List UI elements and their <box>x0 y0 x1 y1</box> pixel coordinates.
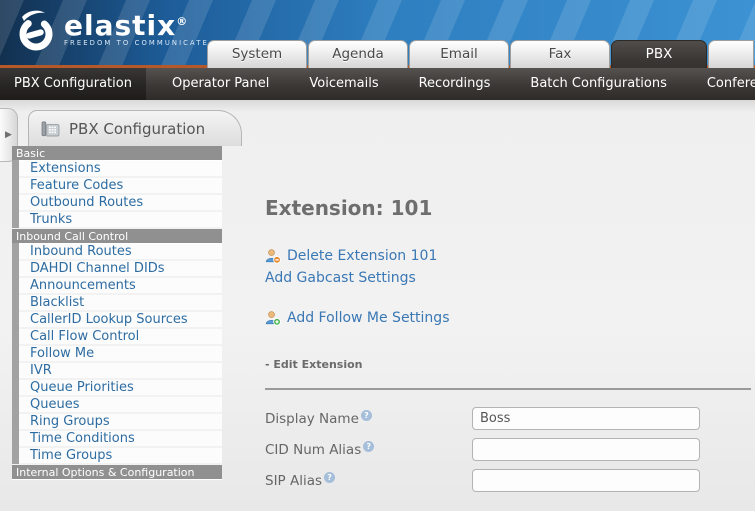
tab-email[interactable]: Email <box>409 40 509 68</box>
sidebar-item-extensions[interactable]: Extensions <box>12 161 222 178</box>
tab-agenda[interactable]: Agenda <box>308 40 408 68</box>
item-strip <box>12 345 19 362</box>
nav-recordings[interactable]: Recordings <box>405 68 505 100</box>
content-area: ▶ PBX Configuration Basic Extensions Fea… <box>0 100 755 511</box>
sidebar-item-trunks[interactable]: Trunks <box>12 212 222 229</box>
edit-extension-section-label: - Edit Extension <box>265 358 751 371</box>
cid-num-alias-row: CID Num Alias? <box>265 438 751 461</box>
sidebar-item-time-conditions[interactable]: Time Conditions <box>12 431 222 448</box>
item-strip <box>12 243 19 260</box>
display-name-row: Display Name? <box>265 407 751 430</box>
sidebar-item-dahdi-channel-dids[interactable]: DAHDI Channel DIDs <box>12 261 222 278</box>
main-panel: Extension: 101 Delete Extension 101 Add … <box>265 196 751 500</box>
tab-pbx[interactable]: PBX <box>611 40 707 68</box>
registered-mark: ® <box>176 15 188 28</box>
sidebar-item-time-groups[interactable]: Time Groups <box>12 448 222 465</box>
sidebar-item-queues[interactable]: Queues <box>12 397 222 414</box>
menu-section-basic: Basic <box>12 146 222 161</box>
elastix-logo-icon <box>12 7 58 55</box>
sip-alias-input[interactable] <box>472 469 700 492</box>
item-strip <box>12 211 19 228</box>
item-strip <box>12 362 19 379</box>
item-strip <box>12 413 19 430</box>
sidebar-item-announcements[interactable]: Announcements <box>12 278 222 295</box>
menu-section-inbound-call-control: Inbound Call Control <box>12 229 222 244</box>
item-strip <box>12 328 19 345</box>
help-icon[interactable]: ? <box>363 441 374 452</box>
delete-extension-link[interactable]: Delete Extension 101 <box>287 248 437 264</box>
elastix-logo[interactable]: elastix® FREEDOM TO COMMUNICATE <box>12 7 209 55</box>
top-tab-bar: System Agenda Email Fax PBX <box>207 40 755 68</box>
user-add-icon <box>265 310 281 326</box>
nav-conference[interactable]: Conference <box>693 68 755 100</box>
cid-num-alias-input[interactable] <box>472 438 700 461</box>
item-strip <box>12 430 19 447</box>
sidebar-item-callerid-lookup-sources[interactable]: CallerID Lookup Sources <box>12 312 222 329</box>
collapse-arrow-icon: ▶ <box>5 130 12 140</box>
item-strip <box>12 277 19 294</box>
nav-batch-configurations[interactable]: Batch Configurations <box>516 68 680 100</box>
tab-partial-cutoff[interactable] <box>708 40 754 68</box>
item-strip <box>12 194 19 211</box>
add-follow-me-link[interactable]: Add Follow Me Settings <box>287 310 449 326</box>
item-strip <box>12 260 19 277</box>
cid-num-alias-label: CID Num Alias? <box>265 441 472 458</box>
nav-operator-panel[interactable]: Operator Panel <box>158 68 283 100</box>
sidebar-item-follow-me[interactable]: Follow Me <box>12 346 222 363</box>
item-strip <box>12 311 19 328</box>
follow-me-row: Add Follow Me Settings <box>265 308 751 328</box>
sidebar-item-outbound-routes[interactable]: Outbound Routes <box>12 195 222 212</box>
tab-fax[interactable]: Fax <box>510 40 610 68</box>
delete-extension-row: Delete Extension 101 <box>265 246 751 266</box>
item-strip <box>12 160 19 177</box>
phone-icon <box>41 121 60 137</box>
display-name-input[interactable] <box>472 407 700 430</box>
sidebar-item-ring-groups[interactable]: Ring Groups <box>12 414 222 431</box>
sidebar-item-blacklist[interactable]: Blacklist <box>12 295 222 312</box>
item-strip <box>12 294 19 311</box>
item-strip <box>12 379 19 396</box>
sidebar-item-call-flow-control[interactable]: Call Flow Control <box>12 329 222 346</box>
page-title: Extension: 101 <box>265 196 751 220</box>
sidebar-panel-tab[interactable]: PBX Configuration <box>28 110 242 146</box>
nav-voicemails[interactable]: Voicemails <box>295 68 392 100</box>
sip-alias-label: SIP Alias? <box>265 472 472 489</box>
sidebar-item-inbound-routes[interactable]: Inbound Routes <box>12 244 222 261</box>
gabcast-row: Add Gabcast Settings <box>265 268 751 288</box>
item-strip <box>12 396 19 413</box>
brand-tagline: FREEDOM TO COMMUNICATE <box>64 39 209 47</box>
add-gabcast-link[interactable]: Add Gabcast Settings <box>265 270 416 286</box>
item-strip <box>12 177 19 194</box>
menu-section-internal-options: Internal Options & Configuration <box>12 465 222 480</box>
sidebar-item-feature-codes[interactable]: Feature Codes <box>12 178 222 195</box>
item-strip <box>12 447 19 464</box>
edit-extension-form: Display Name? CID Num Alias? SIP Alias? <box>265 407 751 492</box>
logo-text: elastix® FREEDOM TO COMMUNICATE <box>64 7 209 47</box>
nav-pbx-configuration[interactable]: PBX Configuration <box>0 68 146 100</box>
form-divider <box>265 388 751 390</box>
brand-name: elastix® <box>64 7 209 41</box>
sidebar-item-queue-priorities[interactable]: Queue Priorities <box>12 380 222 397</box>
sidebar-panel-title: PBX Configuration <box>69 120 205 138</box>
user-delete-icon <box>265 248 281 264</box>
sidebar-menu: Basic Extensions Feature Codes Outbound … <box>12 146 222 480</box>
help-icon[interactable]: ? <box>324 472 335 483</box>
page: elastix® FREEDOM TO COMMUNICATE System A… <box>0 0 755 511</box>
sidebar-item-ivr[interactable]: IVR <box>12 363 222 380</box>
tab-system[interactable]: System <box>207 40 307 68</box>
pbx-subnav: PBX Configuration Operator Panel Voicema… <box>0 68 755 100</box>
help-icon[interactable]: ? <box>361 410 372 421</box>
display-name-label: Display Name? <box>265 410 472 427</box>
sip-alias-row: SIP Alias? <box>265 469 751 492</box>
